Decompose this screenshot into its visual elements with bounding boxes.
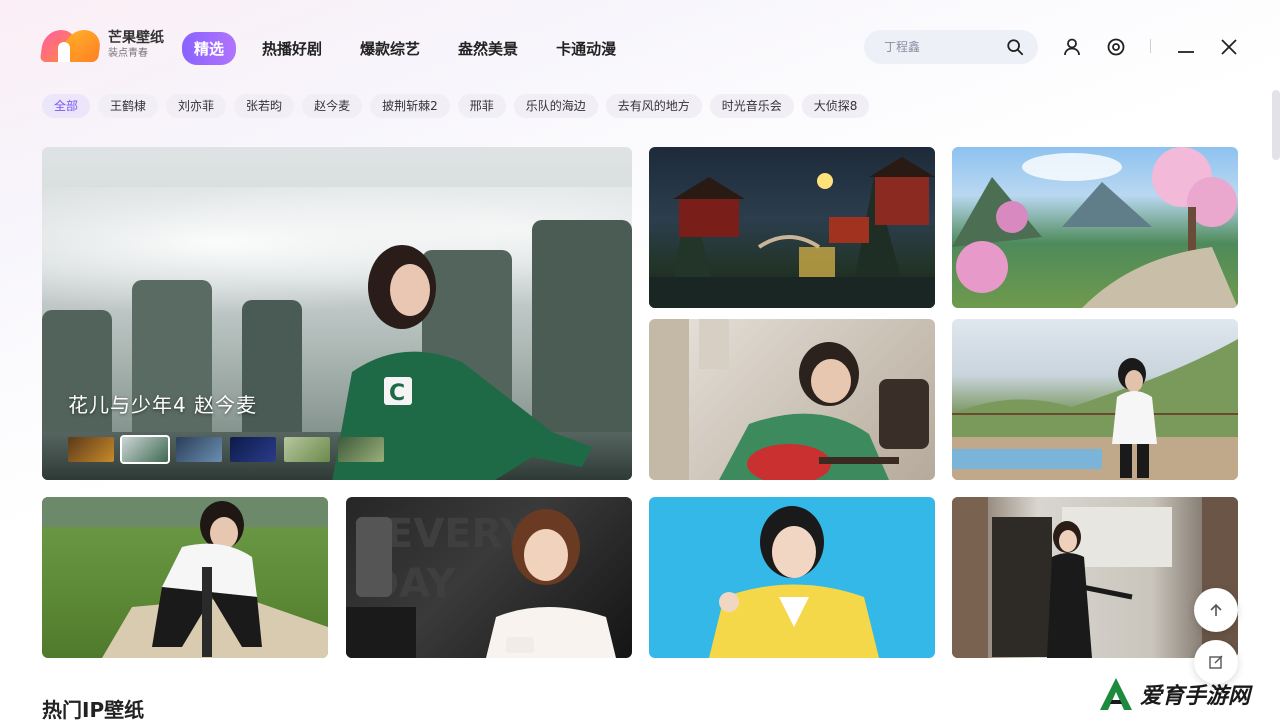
scrollbar[interactable] <box>1272 90 1280 160</box>
user-icon[interactable] <box>1062 37 1082 57</box>
chip[interactable]: 时光音乐会 <box>709 94 794 118</box>
app-slogan: 装点青春 <box>108 48 148 60</box>
watermark-logo-icon <box>1100 678 1132 710</box>
app-logo: 芒果壁纸 装点青春 <box>39 28 164 62</box>
thumbnail[interactable] <box>68 437 114 462</box>
chip[interactable]: 大侦探8 <box>801 94 870 118</box>
minimize-icon[interactable] <box>1176 37 1196 57</box>
search-icon[interactable] <box>1006 38 1024 56</box>
tab-scenery[interactable]: 盎然美景 <box>446 32 530 65</box>
tab-variety[interactable]: 爆款综艺 <box>348 32 432 65</box>
thumbnail[interactable] <box>284 437 330 462</box>
wallpaper-card-lake[interactable] <box>952 319 1238 480</box>
edit-icon <box>1209 655 1223 669</box>
watermark-text: 爱育手游网 <box>1140 684 1251 709</box>
mango-logo-icon <box>39 28 103 62</box>
svg-text:C: C <box>389 381 405 406</box>
wallpaper-card-castle[interactable] <box>649 147 935 308</box>
chip[interactable]: 张若昀 <box>234 94 295 118</box>
wallpaper-card-yellow-jacket[interactable] <box>649 497 935 658</box>
search-bar <box>864 30 1038 64</box>
close-icon[interactable] <box>1219 37 1239 57</box>
thumbnail-active[interactable] <box>120 435 170 464</box>
chip[interactable]: 赵今麦 <box>302 94 363 118</box>
chip[interactable]: 乐队的海边 <box>513 94 598 118</box>
chip-all[interactable]: 全部 <box>42 94 91 118</box>
hero-banner[interactable]: C 花儿与少年4 赵今麦 <box>42 147 632 480</box>
hero-title: 花儿与少年4 赵今麦 <box>68 393 258 417</box>
tab-featured[interactable]: 精选 <box>182 32 237 65</box>
tab-anime[interactable]: 卡通动漫 <box>544 32 628 65</box>
search-input[interactable] <box>884 40 1004 54</box>
app-name: 芒果壁纸 <box>108 29 164 46</box>
wallpaper-card-guitar[interactable] <box>649 319 935 480</box>
wallpaper-card-grass[interactable] <box>42 497 328 658</box>
settings-icon[interactable] <box>1106 37 1126 57</box>
wallpaper-card-blossom[interactable] <box>952 147 1238 308</box>
wallpaper-card-coffee[interactable]: EVERY DAY <box>346 497 632 658</box>
chip[interactable]: 披荆斩棘2 <box>370 94 450 118</box>
thumbnail[interactable] <box>338 437 384 462</box>
back-to-top-button[interactable] <box>1194 588 1238 632</box>
chip[interactable]: 去有风的地方 <box>605 94 702 118</box>
thumbnail[interactable] <box>230 437 276 462</box>
tab-hot-dramas[interactable]: 热播好剧 <box>250 32 334 65</box>
watermark: 爱育手游网 <box>1096 676 1250 712</box>
chip[interactable]: 邢菲 <box>457 94 506 118</box>
header-divider <box>1150 39 1151 53</box>
svg-text:EVERY: EVERY <box>386 511 530 557</box>
arrow-up-icon <box>1210 603 1222 616</box>
top-nav: 精选 热播好剧 爆款综艺 盎然美景 卡通动漫 <box>182 32 628 65</box>
tag-chips: 全部 王鹤棣 刘亦菲 张若昀 赵今麦 披荆斩棘2 邢菲 乐队的海边 去有风的地方… <box>42 94 870 118</box>
wallpaper-card-office[interactable] <box>952 497 1238 658</box>
chip[interactable]: 王鹤棣 <box>98 94 159 118</box>
chip[interactable]: 刘亦菲 <box>166 94 227 118</box>
section-title-hot-ip: 热门IP壁纸 <box>42 698 145 720</box>
thumbnail[interactable] <box>176 437 222 462</box>
hero-thumbnails <box>68 435 384 464</box>
